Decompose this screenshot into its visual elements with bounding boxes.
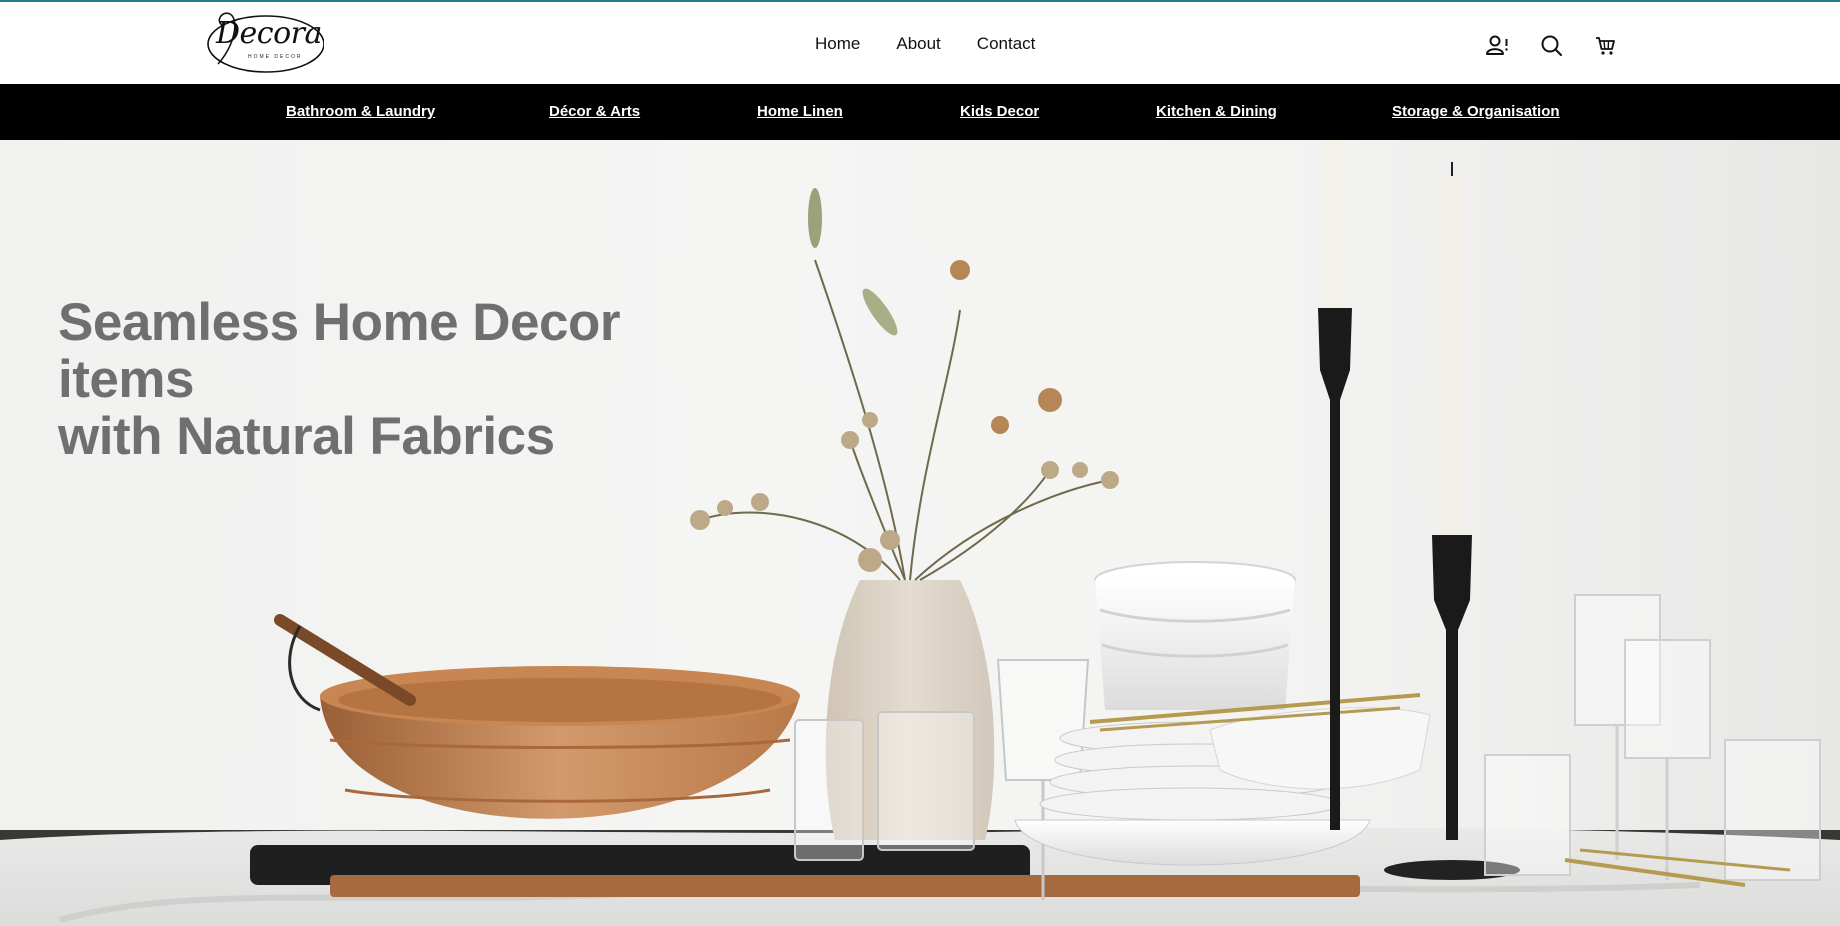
category-storage-organisation[interactable]: Storage & Organisation <box>1392 103 1560 120</box>
user-icon[interactable] <box>1484 32 1510 58</box>
site-header: Decora HOME DECOR Home About Contact <box>0 2 1840 84</box>
category-bathroom-laundry[interactable]: Bathroom & Laundry <box>286 103 435 120</box>
top-navigation: Home About Contact <box>815 34 1035 54</box>
hero-headline-line-1: Seamless Home Decor items <box>58 293 621 409</box>
category-kitchen-dining[interactable]: Kitchen & Dining <box>1156 103 1277 120</box>
category-decor-arts[interactable]: Décor & Arts <box>549 103 640 120</box>
cart-icon[interactable] <box>1592 32 1618 58</box>
hero-headline-line-2: with Natural Fabrics <box>58 407 555 466</box>
category-home-linen[interactable]: Home Linen <box>757 103 843 120</box>
hero-image <box>0 140 1840 926</box>
nav-contact[interactable]: Contact <box>977 34 1036 54</box>
logo-text: Decora <box>216 16 322 51</box>
search-icon[interactable] <box>1538 32 1564 58</box>
nav-about[interactable]: About <box>896 34 940 54</box>
hero-banner: Seamless Home Decor items with Natural F… <box>0 140 1840 926</box>
nav-home[interactable]: Home <box>815 34 860 54</box>
header-icons <box>1484 32 1618 58</box>
category-kids-decor[interactable]: Kids Decor <box>960 103 1039 120</box>
hero-headline: Seamless Home Decor items with Natural F… <box>58 294 758 465</box>
category-bar: Bathroom & Laundry Décor & Arts Home Lin… <box>0 84 1840 140</box>
logo-tagline: HOME DECOR <box>248 54 303 60</box>
